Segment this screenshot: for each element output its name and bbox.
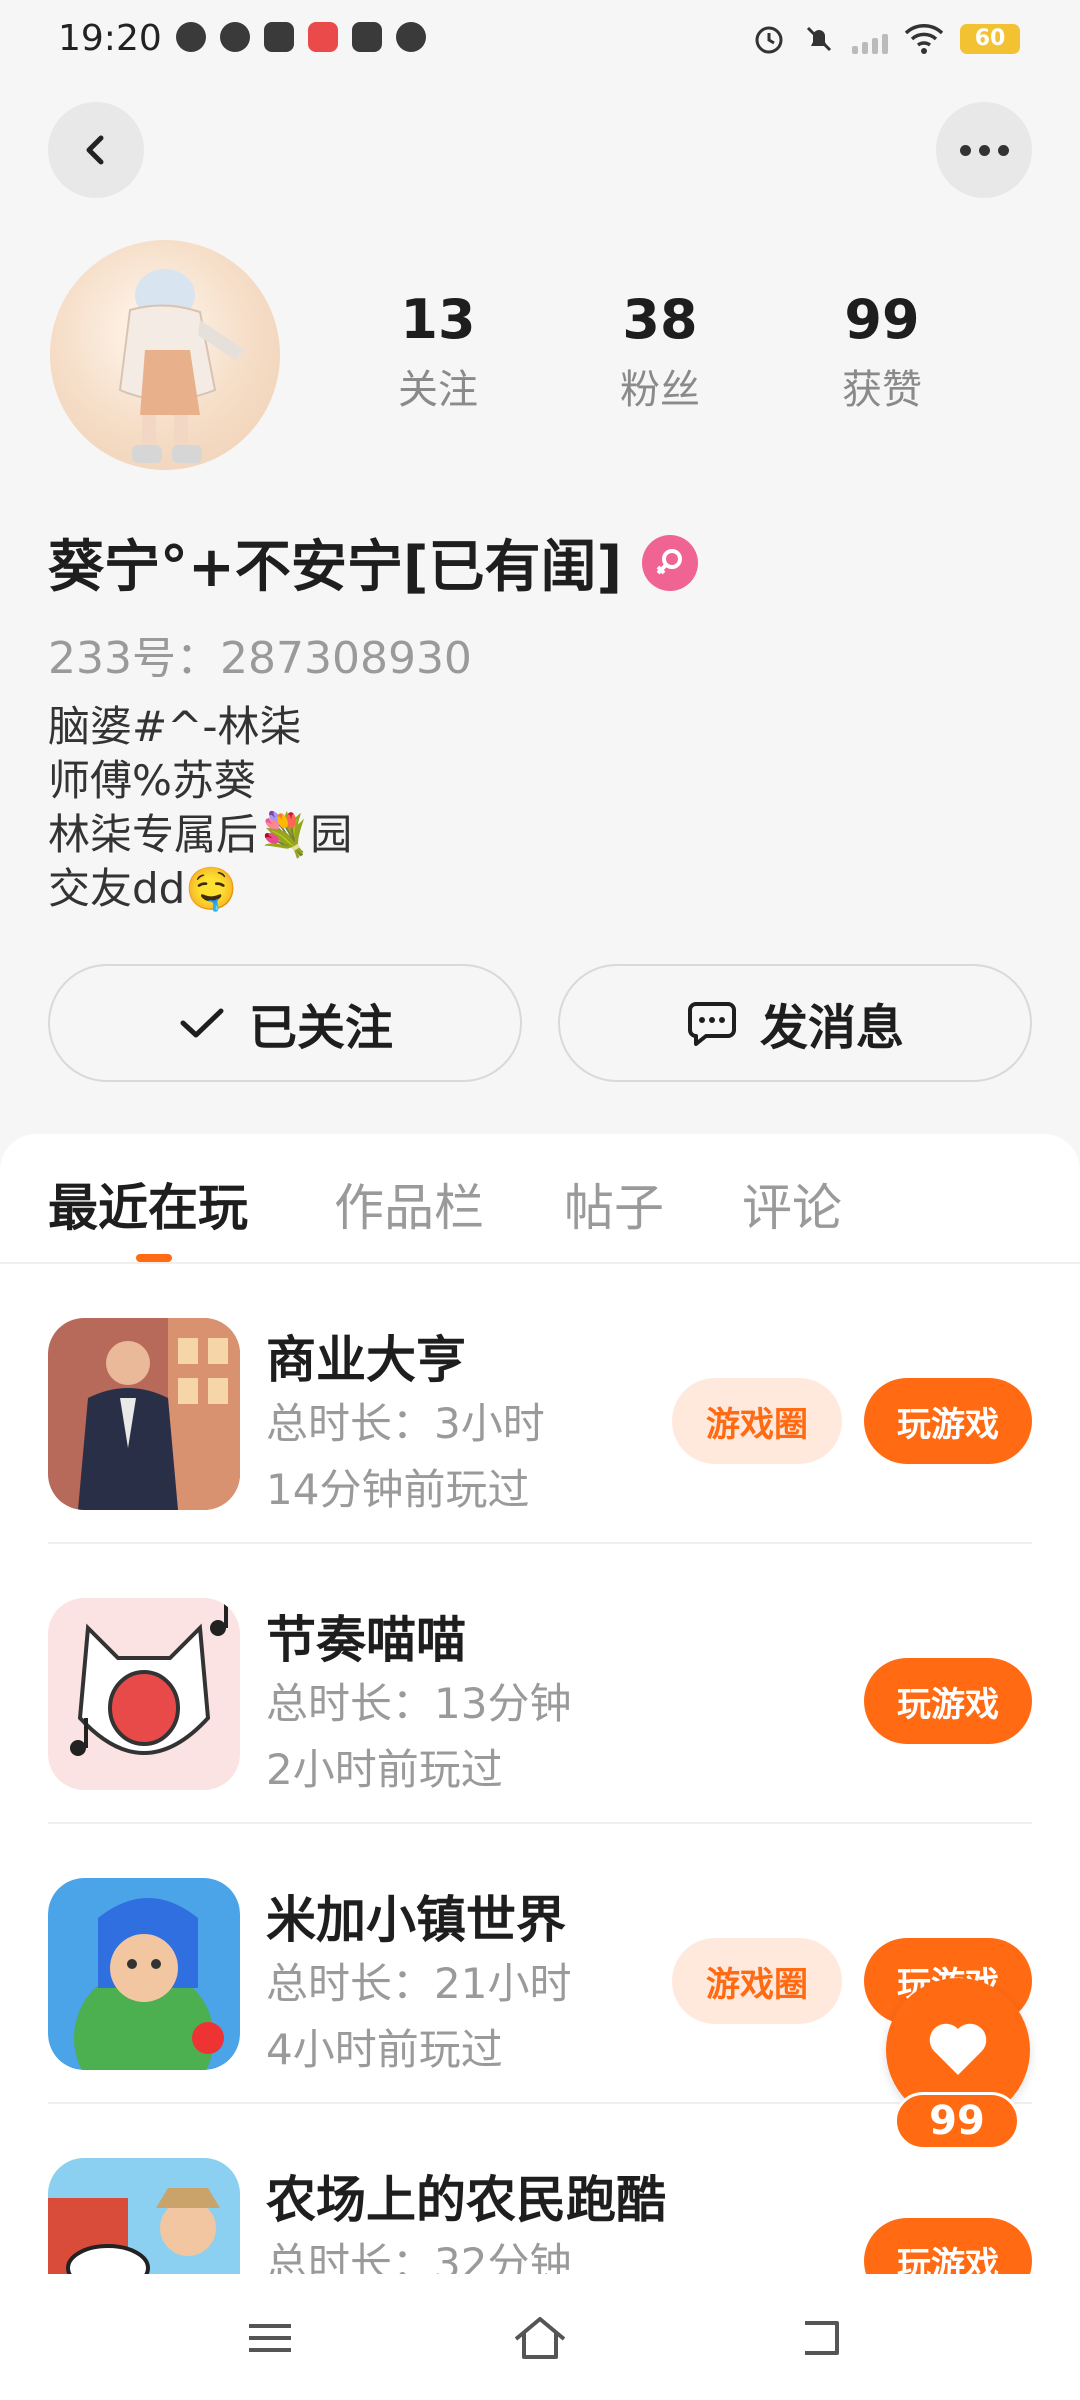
signal-icon <box>852 24 888 54</box>
mute-icon <box>806 26 832 52</box>
app-notification-icon <box>220 22 250 52</box>
home-icon <box>514 2317 566 2359</box>
game-name: 商业大亨 <box>266 1331 466 1389</box>
status-bar: 19:20 60 <box>0 0 1080 80</box>
app-notification-icon <box>396 22 426 52</box>
game-row[interactable]: 节奏喵喵 总时长：13分钟 2小时前玩过 玩游戏 <box>48 1544 1032 1824</box>
tab-works[interactable]: 作品栏 <box>334 1168 484 1240</box>
avatar[interactable] <box>50 240 280 470</box>
send-message-label: 发消息 <box>759 1000 904 1056</box>
game-name: 节奏喵喵 <box>266 1611 466 1669</box>
nav-home-button[interactable] <box>510 2308 570 2368</box>
stat-followers[interactable]: 38 粉丝 <box>580 290 740 415</box>
female-symbol-icon <box>656 548 683 574</box>
like-count: 99 <box>894 2092 1020 2150</box>
more-dot <box>978 144 990 156</box>
followed-label: 已关注 <box>248 1000 393 1056</box>
battery-icon: 60 <box>960 24 1020 54</box>
game-name: 农场上的农民跑酷 <box>266 2171 666 2229</box>
app-notification-icon <box>176 22 206 52</box>
bio-line: 师傅%苏葵 <box>48 756 256 805</box>
system-nav-bar <box>0 2274 1080 2400</box>
alarm-icon <box>755 26 783 54</box>
game-last-played: 14分钟前玩过 <box>266 1465 530 1514</box>
bio: 脑婆#^-林柒 师傅%苏葵 林柒专属后💐园 交友dd🤤 <box>48 700 352 916</box>
user-id: 233号：287308930 <box>48 633 472 684</box>
avatar-illustration <box>118 269 245 463</box>
tab-indicator <box>136 1254 172 1262</box>
bio-line: 交友dd🤤 <box>48 864 238 913</box>
game-name: 米加小镇世界 <box>266 1891 566 1949</box>
app-notification-icon <box>264 22 294 52</box>
heart-icon <box>929 2023 987 2075</box>
menu-icon <box>249 2324 291 2352</box>
nickname-row: 葵宁°+不安宁[已有闺] <box>48 522 699 603</box>
game-row[interactable]: 商业大亨 总时长：3小时 14分钟前玩过 游戏圈 玩游戏 <box>48 1264 1032 1544</box>
tab-bar: 最近在玩 作品栏 帖子 评论 <box>0 1134 1080 1264</box>
female-gender-icon <box>642 534 699 591</box>
play-game-button[interactable]: 玩游戏 <box>864 1658 1032 1744</box>
game-duration: 总时长：21小时 <box>266 1959 572 2008</box>
stat-value: 99 <box>844 288 920 351</box>
send-message-button[interactable]: 发消息 <box>558 964 1032 1082</box>
game-icon <box>48 1878 240 2070</box>
tab-posts[interactable]: 帖子 <box>564 1168 664 1240</box>
game-circle-button[interactable]: 游戏圈 <box>672 1938 842 2024</box>
app-notification-icon <box>352 22 382 52</box>
game-row[interactable]: 米加小镇世界 总时长：21小时 4小时前玩过 游戏圈 玩游戏 <box>48 1824 1032 2104</box>
game-last-played: 2小时前玩过 <box>266 1745 503 1794</box>
stat-label: 关注 <box>398 367 478 414</box>
stat-value: 13 <box>400 288 476 351</box>
game-last-played: 4小时前玩过 <box>266 2025 503 2074</box>
game-circle-button[interactable]: 游戏圈 <box>672 1378 842 1464</box>
nickname: 葵宁°+不安宁[已有闺] <box>48 535 623 600</box>
status-time: 19:20 <box>58 18 162 59</box>
chevron-left-icon <box>86 135 104 165</box>
game-icon-image <box>48 1878 240 2070</box>
game-icon-image <box>48 1318 240 1510</box>
bio-line: 脑婆#^-林柒 <box>48 702 302 751</box>
stat-label: 粉丝 <box>620 367 700 414</box>
play-game-button[interactable]: 玩游戏 <box>864 1378 1032 1464</box>
followed-button[interactable]: 已关注 <box>48 964 522 1082</box>
more-dot <box>997 144 1009 156</box>
game-icon-image <box>48 1598 240 1790</box>
more-button[interactable] <box>936 102 1032 198</box>
more-dot <box>959 144 971 156</box>
chat-bubble-icon <box>687 1002 736 1046</box>
stat-likes[interactable]: 99 获赞 <box>802 290 962 415</box>
app-notification-icon <box>308 22 338 52</box>
tab-comments[interactable]: 评论 <box>742 1168 842 1240</box>
game-duration: 总时长：3小时 <box>266 1399 545 1448</box>
stat-following[interactable]: 13 关注 <box>358 290 518 415</box>
game-icon <box>48 1318 240 1510</box>
nav-back-button[interactable] <box>790 2308 850 2368</box>
stat-label: 获赞 <box>842 367 922 414</box>
back-button[interactable] <box>48 102 144 198</box>
game-duration: 总时长：13分钟 <box>266 1679 572 1728</box>
tab-recent[interactable]: 最近在玩 <box>48 1168 248 1240</box>
game-icon <box>48 1598 240 1790</box>
system-icons: 60 <box>752 22 1020 56</box>
nav-menu-button[interactable] <box>240 2308 300 2368</box>
back-icon <box>805 2321 839 2355</box>
bio-line: 林柒专属后💐园 <box>48 810 353 859</box>
wifi-icon <box>904 24 944 54</box>
check-icon <box>180 1008 224 1038</box>
notification-icons <box>176 22 426 52</box>
stat-value: 38 <box>622 288 698 351</box>
